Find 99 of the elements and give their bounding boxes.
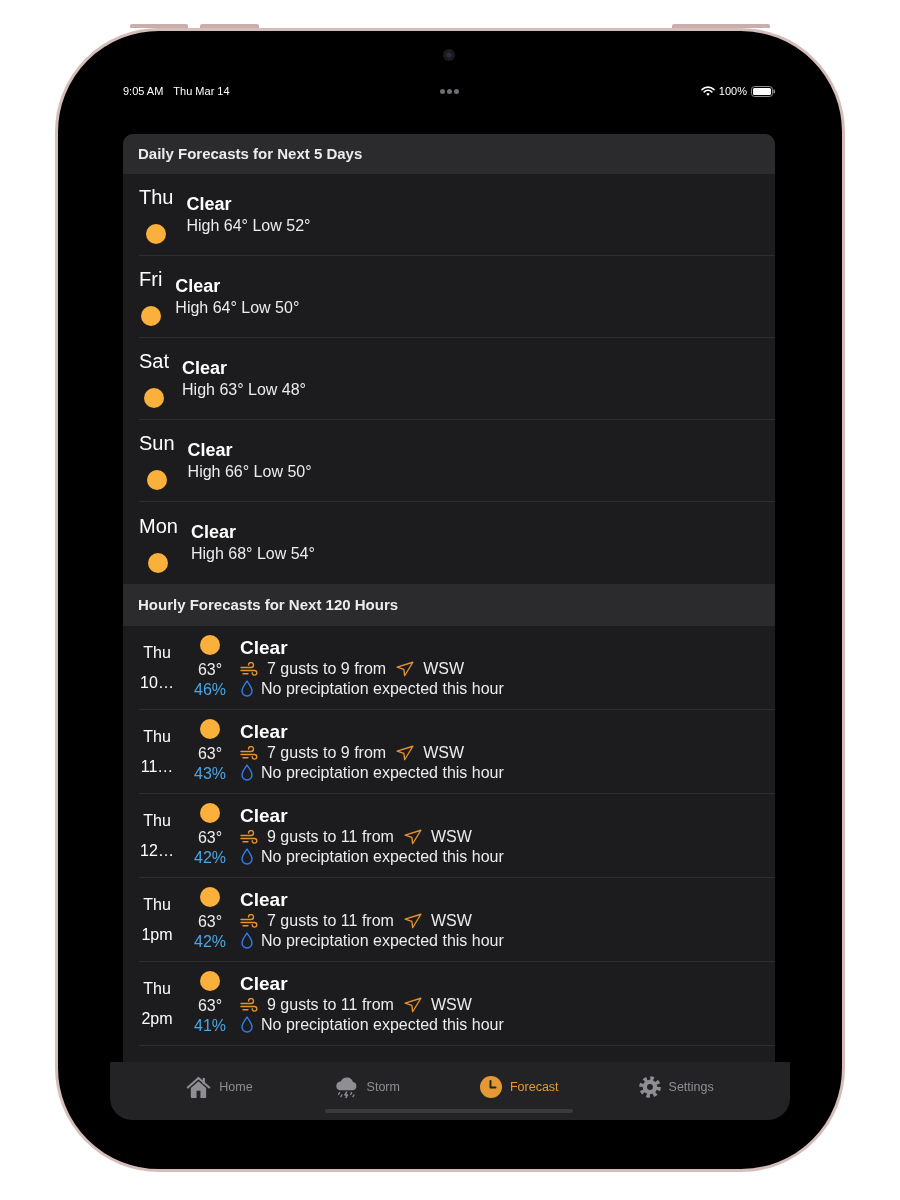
sun-icon bbox=[200, 803, 220, 823]
tab-button[interactable]: Settings bbox=[638, 1074, 714, 1100]
home-icon bbox=[186, 1075, 212, 1099]
time-label: 2pm bbox=[141, 1008, 173, 1029]
humidity-label: 43% bbox=[194, 764, 226, 784]
day-label: Fri bbox=[139, 267, 163, 291]
temperature-label: 63° bbox=[197, 828, 223, 848]
wind-icon bbox=[240, 829, 258, 844]
time-label: 1pm bbox=[141, 924, 173, 945]
temperature-range: High 66° Low 50° bbox=[187, 461, 312, 482]
drop-icon bbox=[241, 764, 253, 781]
status-date: Thu Mar 14 bbox=[173, 83, 230, 99]
temperature-range: High 64° Low 52° bbox=[186, 215, 311, 236]
direction-arrow-icon bbox=[396, 660, 415, 677]
hardware-button[interactable] bbox=[130, 24, 188, 28]
drop-icon bbox=[241, 680, 253, 697]
condition-label: Clear bbox=[186, 192, 233, 215]
wind-direction-label: WSW bbox=[430, 994, 472, 1015]
time-label: 12… bbox=[140, 840, 174, 861]
humidity-label: 42% bbox=[194, 848, 226, 868]
day-label: Thu bbox=[143, 810, 171, 831]
condition-label: Clear bbox=[240, 720, 289, 743]
day-label: Thu bbox=[143, 894, 171, 915]
status-time: 9:05 AM bbox=[123, 83, 164, 99]
clock-icon bbox=[479, 1076, 502, 1098]
sun-icon bbox=[200, 635, 220, 655]
drop-icon bbox=[241, 848, 253, 865]
hardware-button[interactable] bbox=[200, 24, 259, 28]
condition-label: Clear bbox=[175, 274, 222, 297]
precipitation-label: No preciptation expected this hour bbox=[261, 762, 504, 783]
day-label: Sun bbox=[139, 431, 175, 455]
condition-label: Clear bbox=[182, 356, 229, 379]
section-header: Daily Forecasts for Next 5 Days bbox=[123, 134, 775, 174]
precipitation-label: No preciptation expected this hour bbox=[261, 846, 504, 867]
wind-speed-label: 7 gusts to 9 from bbox=[267, 742, 387, 763]
section-header: Hourly Forecasts for Next 120 Hours bbox=[123, 584, 775, 626]
sun-icon bbox=[144, 388, 164, 408]
humidity-label: 42% bbox=[194, 932, 226, 952]
time-label: 11… bbox=[140, 756, 174, 777]
more-dots-icon[interactable] bbox=[440, 88, 460, 94]
sun-icon bbox=[200, 719, 220, 739]
direction-arrow-icon bbox=[403, 912, 422, 929]
humidity-label: 41% bbox=[194, 1016, 226, 1036]
precipitation-label: No preciptation expected this hour bbox=[261, 930, 504, 951]
direction-arrow-icon bbox=[403, 828, 422, 845]
precipitation-label: No preciptation expected this hour bbox=[261, 678, 504, 699]
condition-label: Clear bbox=[240, 804, 289, 827]
wind-direction-label: WSW bbox=[423, 658, 465, 679]
sun-icon bbox=[140, 306, 161, 326]
drop-icon bbox=[241, 932, 253, 949]
tab-button[interactable]: Forecast bbox=[479, 1074, 559, 1100]
wind-direction-label: WSW bbox=[430, 826, 472, 847]
temperature-label: 63° bbox=[197, 744, 223, 764]
time-label: 10… bbox=[140, 672, 174, 693]
hardware-button[interactable] bbox=[672, 24, 770, 28]
temperature-label: 63° bbox=[197, 996, 223, 1016]
wind-speed-label: 9 gusts to 11 from bbox=[267, 994, 394, 1015]
wifi-icon bbox=[700, 86, 715, 96]
battery-icon bbox=[751, 85, 775, 97]
wind-icon bbox=[240, 913, 258, 928]
temperature-label: 63° bbox=[197, 912, 223, 932]
direction-arrow-icon bbox=[403, 996, 422, 1013]
sun-icon bbox=[146, 470, 167, 490]
condition-label: Clear bbox=[240, 888, 289, 911]
wind-icon bbox=[240, 745, 258, 760]
drop-icon bbox=[241, 1016, 253, 1033]
day-label: Thu bbox=[143, 642, 171, 663]
wind-speed-label: 7 gusts to 11 from bbox=[267, 910, 394, 931]
temperature-range: High 63° Low 48° bbox=[182, 379, 306, 400]
condition-label: Clear bbox=[187, 438, 234, 461]
day-label: Sat bbox=[139, 349, 170, 373]
day-label: Thu bbox=[143, 978, 171, 999]
condition-label: Clear bbox=[240, 972, 289, 995]
day-label: Mon bbox=[139, 513, 178, 538]
wind-direction-label: WSW bbox=[423, 742, 465, 763]
day-label: Thu bbox=[143, 726, 171, 747]
tab-button[interactable]: Home bbox=[186, 1074, 253, 1100]
temperature-range: High 68° Low 54° bbox=[190, 544, 315, 564]
precipitation-label: No preciptation expected this hour bbox=[261, 1014, 504, 1035]
sun-icon bbox=[148, 552, 169, 573]
wind-direction-label: WSW bbox=[430, 910, 472, 931]
sun-icon bbox=[146, 224, 167, 244]
temperature-range: High 64° Low 50° bbox=[175, 297, 300, 318]
temperature-label: 63° bbox=[197, 660, 223, 680]
wind-speed-label: 9 gusts to 11 from bbox=[267, 826, 394, 847]
settings-icon bbox=[638, 1076, 661, 1098]
direction-arrow-icon bbox=[396, 744, 415, 761]
sun-icon bbox=[200, 887, 220, 907]
sun-icon bbox=[200, 971, 220, 991]
wind-speed-label: 7 gusts to 9 from bbox=[267, 658, 387, 679]
battery-percentage: 100% bbox=[718, 83, 747, 99]
tab-button[interactable]: Storm bbox=[332, 1074, 400, 1100]
wind-icon bbox=[240, 661, 258, 676]
wind-icon bbox=[240, 997, 258, 1012]
day-label: Thu bbox=[139, 185, 174, 209]
condition-label: Clear bbox=[190, 521, 237, 543]
condition-label: Clear bbox=[240, 636, 289, 659]
camera-icon bbox=[443, 49, 455, 61]
humidity-label: 46% bbox=[194, 680, 226, 700]
